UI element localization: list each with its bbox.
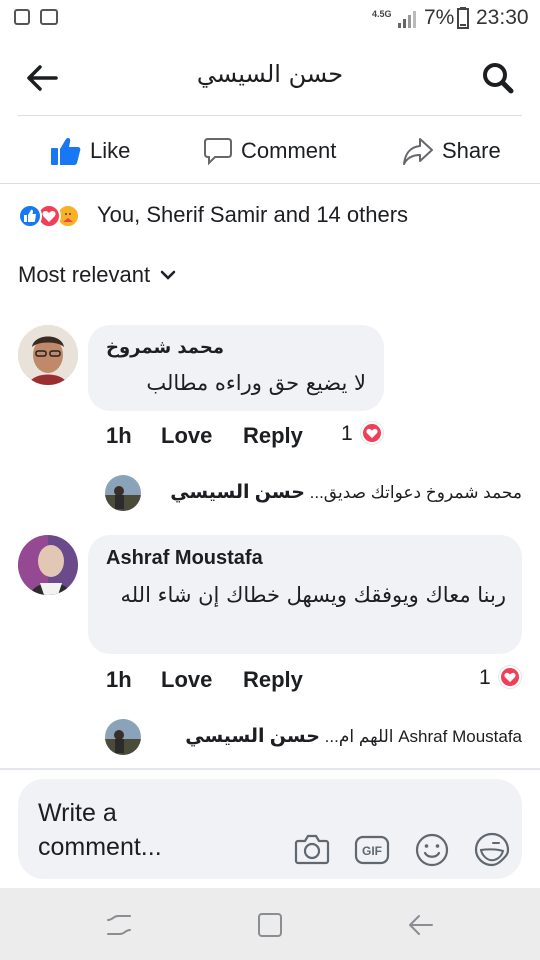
placeholder-line-1: Write a xyxy=(38,799,117,827)
love-action[interactable]: Love xyxy=(161,423,212,449)
sort-label: Most relevant xyxy=(18,262,151,287)
notification-icon xyxy=(14,9,30,25)
svg-text:GIF: GIF xyxy=(362,844,382,858)
search-icon[interactable] xyxy=(478,58,518,98)
page-header: حسن السيسي xyxy=(0,36,540,116)
comment-bubble-icon xyxy=(204,138,232,166)
comment-input[interactable]: Write a comment... xyxy=(38,796,162,864)
comment-time: 1h xyxy=(106,423,132,448)
gallery-icon xyxy=(40,9,58,25)
status-bar: 4.5G 7% 23:30 xyxy=(0,0,540,36)
battery-icon xyxy=(457,7,469,29)
placeholder-line-2: comment... xyxy=(38,833,162,861)
share-button[interactable]: Share xyxy=(402,128,501,174)
back-arrow-icon[interactable] xyxy=(22,58,62,98)
emoji-icon[interactable] xyxy=(413,830,451,868)
reaction-count[interactable]: 1 xyxy=(341,422,353,446)
comment-time: 1h xyxy=(106,667,132,692)
camera-icon[interactable] xyxy=(293,830,331,868)
comment-button[interactable]: Comment xyxy=(203,128,336,174)
page-title: حسن السيسي xyxy=(196,60,344,88)
reply-avatar[interactable] xyxy=(105,475,141,511)
like-label: Like xyxy=(90,138,131,163)
share-arrow-icon xyxy=(403,138,433,165)
avatar-image xyxy=(18,325,78,385)
reaction-count[interactable]: 1 xyxy=(479,666,491,690)
comment-author[interactable]: محمد شمروخ xyxy=(106,337,224,358)
composer-divider xyxy=(0,768,540,770)
actions-divider xyxy=(0,183,540,184)
sort-dropdown[interactable]: Most relevant xyxy=(18,262,176,288)
reply-preview[interactable]: Ashraf Moustafa اللهم ام... حسن السيسي xyxy=(150,725,522,748)
reply-action[interactable]: Reply xyxy=(243,667,303,693)
home-icon[interactable] xyxy=(255,910,285,940)
clock: 23:30 xyxy=(476,6,529,29)
reply-preview-text: Ashraf Moustafa اللهم ام... xyxy=(324,727,522,746)
commenter-avatar[interactable] xyxy=(18,325,78,385)
reply-avatar-image xyxy=(105,719,141,755)
share-label: Share xyxy=(442,138,501,163)
reply-avatar-image xyxy=(105,475,141,511)
comment-text: ربنا معاك ويوفقك ويسهل خطاك إن شاء الله xyxy=(120,583,506,607)
love-badge-icon xyxy=(361,422,383,444)
commenter-avatar[interactable] xyxy=(18,535,78,595)
love-action[interactable]: Love xyxy=(161,667,212,693)
reply-avatar[interactable] xyxy=(105,719,141,755)
comment-text: لا يضيع حق وراءه مطالب xyxy=(146,371,366,395)
reply-author: حسن السيسي xyxy=(185,726,320,747)
sticker-icon[interactable] xyxy=(473,830,511,868)
gif-icon[interactable]: GIF xyxy=(353,830,391,868)
like-thumb-icon xyxy=(51,138,81,165)
recent-apps-icon[interactable] xyxy=(104,910,134,940)
avatar-image xyxy=(18,535,78,595)
reaction-summary[interactable]: You, Sherif Samir and 14 others xyxy=(97,202,408,228)
chevron-down-icon xyxy=(160,270,176,280)
system-back-icon[interactable] xyxy=(405,910,435,940)
reply-preview-text: محمد شمروخ دعواتك صديق... xyxy=(309,483,522,502)
reply-author: حسن السيسي xyxy=(170,482,305,503)
network-type: 4.5G xyxy=(372,9,392,19)
reply-action[interactable]: Reply xyxy=(243,423,303,449)
like-reaction-icon xyxy=(18,204,42,228)
header-divider xyxy=(18,115,522,116)
love-badge-icon xyxy=(499,666,521,688)
reaction-icons[interactable] xyxy=(18,200,80,232)
comment-author[interactable]: Ashraf Moustafa xyxy=(106,547,263,570)
like-button[interactable]: Like xyxy=(50,128,130,174)
battery-percent: 7% xyxy=(424,6,455,29)
reply-preview[interactable]: محمد شمروخ دعواتك صديق... حسن السيسي xyxy=(150,481,522,504)
signal-icon xyxy=(398,11,416,28)
comment-label: Comment xyxy=(241,138,337,163)
